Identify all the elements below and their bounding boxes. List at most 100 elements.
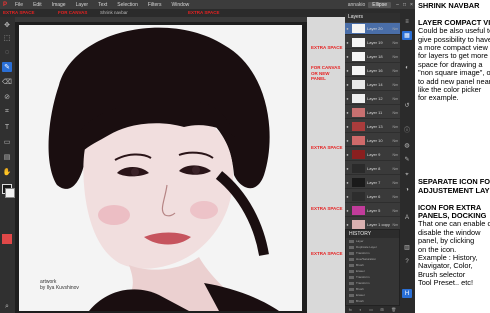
layer-row[interactable]: ● Layer 6 Nm xyxy=(345,191,400,203)
menu-window[interactable]: Window xyxy=(166,2,194,8)
layer-row[interactable]: ● Layer 19 Nm xyxy=(345,37,400,49)
annotation-shrink-navbar: Shrink navbar xyxy=(100,10,128,15)
mode-dropdown[interactable]: Ellipse xyxy=(368,1,391,8)
visibility-eye-icon[interactable]: ● xyxy=(345,82,350,87)
fx-button[interactable]: fx xyxy=(349,307,352,312)
close-button[interactable]: × xyxy=(408,2,415,8)
shape-icon[interactable]: ▭ xyxy=(2,137,12,147)
lasso-icon[interactable]: ◌ xyxy=(2,47,12,57)
visibility-eye-icon[interactable]: ● xyxy=(345,54,350,59)
gradient-icon[interactable]: ▤ xyxy=(2,152,12,162)
visibility-eye-icon[interactable]: ● xyxy=(345,124,350,129)
delete-layer-button[interactable]: 🗑 xyxy=(391,307,396,312)
menu-file[interactable]: File xyxy=(10,2,28,8)
layer-row[interactable]: ● Layer 12 Nm xyxy=(345,93,400,105)
navbar-toggle-icon[interactable]: ≡ xyxy=(402,17,412,26)
brush-icon[interactable]: ✎ xyxy=(2,62,12,72)
layer-thumbnail xyxy=(352,136,365,145)
note-line: SHRINK NAVBAR xyxy=(418,1,480,10)
layer-row[interactable]: ● Layer 5 Nm xyxy=(345,205,400,217)
adjustment-layer-button[interactable]: ◐ xyxy=(359,307,361,312)
zoom-icon[interactable]: ⌕ xyxy=(2,302,12,312)
layer-row[interactable]: ● Layer 10 Nm xyxy=(345,135,400,147)
color-picker-icon[interactable]: ◍ xyxy=(402,141,412,150)
layer-name: Layer 20 xyxy=(367,26,383,31)
adjustment-icon[interactable]: ◐ xyxy=(402,63,412,72)
text-icon[interactable]: T xyxy=(2,122,12,132)
crop-icon[interactable]: ⌗ xyxy=(2,107,12,117)
document-canvas[interactable]: artwork by Ilya Kuvshinov xyxy=(19,25,302,311)
layer-row[interactable]: ● Layer 9 Nm xyxy=(345,149,400,161)
menu-edit[interactable]: Edit xyxy=(28,2,47,8)
minimize-button[interactable]: – xyxy=(394,2,401,8)
history-item[interactable]: Transform xyxy=(348,281,397,286)
layer-name: Layer 7 xyxy=(367,180,381,185)
menu-layer[interactable]: Layer xyxy=(71,2,94,8)
history-icon[interactable]: ↺ xyxy=(402,101,412,110)
visibility-eye-icon[interactable]: ● xyxy=(345,110,350,115)
layer-row[interactable]: ● Layer 7 Nm xyxy=(345,177,400,189)
user-name[interactable]: annakio xyxy=(345,2,369,8)
layer-row[interactable]: ● Layer 11 Nm xyxy=(345,107,400,119)
info-icon[interactable]: ⓘ xyxy=(402,125,412,134)
visibility-eye-icon[interactable]: ● xyxy=(345,166,350,171)
visibility-eye-icon[interactable]: ● xyxy=(345,222,350,227)
history-item[interactable]: Layer xyxy=(348,239,397,244)
history-item[interactable]: Brush xyxy=(348,287,397,292)
hand-icon[interactable]: ✋ xyxy=(2,167,12,177)
menu-filters[interactable]: Filters xyxy=(143,2,167,8)
history-panel: HISTORY Layer Duplicate Layer Transform Hue… xyxy=(345,229,400,313)
annotation-extra-space: EXTRA SPACE xyxy=(311,206,343,211)
expand-panel-icon[interactable]: H xyxy=(402,289,412,298)
annotation-line: PANEL xyxy=(311,76,326,81)
eraser-icon[interactable]: ⌫ xyxy=(2,77,12,87)
visibility-eye-icon[interactable]: ● xyxy=(345,40,350,45)
history-item[interactable]: Brush xyxy=(348,263,397,268)
new-layer-button[interactable]: ⊞ xyxy=(380,307,383,312)
history-item[interactable]: Eraser xyxy=(348,269,397,274)
layer-row[interactable]: ● Layer 20 Nm xyxy=(345,23,400,35)
layers-panel-icon[interactable]: ▦ xyxy=(402,31,412,40)
layer-row[interactable]: ● Layer 18 Nm xyxy=(345,51,400,63)
menu-text[interactable]: Text xyxy=(93,2,112,8)
layer-row[interactable]: ● Layer 16 Nm xyxy=(345,65,400,77)
visibility-eye-icon[interactable]: ● xyxy=(345,68,350,73)
layer-blend-mode: Nm xyxy=(392,124,398,129)
layer-thumbnail xyxy=(352,192,365,201)
visibility-eye-icon[interactable]: ● xyxy=(345,152,350,157)
eyedropper-icon[interactable]: ⊘ xyxy=(2,92,12,102)
mask-button[interactable]: ▭ xyxy=(369,307,373,312)
canvas-area[interactable]: artwork by Ilya Kuvshinov xyxy=(15,17,307,313)
brush-settings-icon[interactable]: ✎ xyxy=(402,155,412,164)
visibility-eye-icon[interactable]: ● xyxy=(345,180,350,185)
quick-mask-button[interactable] xyxy=(2,234,12,244)
history-item[interactable]: Hue/Saturation xyxy=(348,257,397,262)
marquee-icon[interactable]: ⬚ xyxy=(2,33,12,43)
layer-thumbnail xyxy=(352,80,365,89)
help-icon[interactable]: ? xyxy=(402,257,412,266)
history-item[interactable]: Transform xyxy=(348,251,397,256)
history-item[interactable]: Transform xyxy=(348,275,397,280)
visibility-eye-icon[interactable]: ● xyxy=(345,26,350,31)
history-item[interactable]: Brush xyxy=(348,299,397,304)
layer-name: Layer 13 xyxy=(367,124,383,129)
visibility-eye-icon[interactable]: ● xyxy=(345,194,350,199)
navigator-icon[interactable]: ⌖ xyxy=(402,171,412,180)
character-icon[interactable]: A xyxy=(402,213,412,222)
visibility-eye-icon[interactable]: ● xyxy=(345,208,350,213)
history-item[interactable]: Duplicate Layer xyxy=(348,245,397,250)
layer-row[interactable]: ● Layer 13 Nm xyxy=(345,121,400,133)
maximize-button[interactable]: □ xyxy=(401,2,408,8)
layer-thumbnail xyxy=(352,52,365,61)
move-icon[interactable]: ✥ xyxy=(2,20,12,30)
visibility-eye-icon[interactable]: ● xyxy=(345,138,350,143)
layer-row[interactable]: ● Layer 8 Nm xyxy=(345,163,400,175)
history-item[interactable]: Eraser xyxy=(348,293,397,298)
layer-row[interactable]: ● Layer 14 Nm xyxy=(345,79,400,91)
visibility-eye-icon[interactable]: ● xyxy=(345,96,350,101)
menu-selection[interactable]: Selection xyxy=(112,2,143,8)
swatches-icon[interactable]: ▥ xyxy=(402,243,412,252)
menu-image[interactable]: Image xyxy=(47,2,71,8)
background-color-swatch[interactable] xyxy=(5,188,15,198)
adjustments-panel-icon[interactable]: ◑ xyxy=(402,185,412,194)
